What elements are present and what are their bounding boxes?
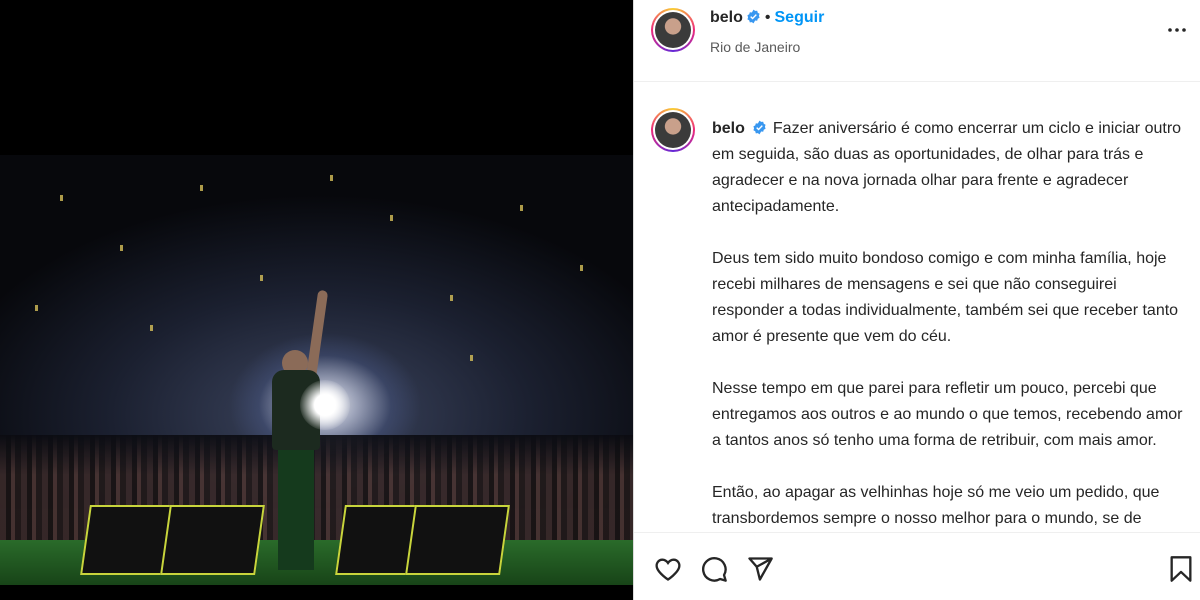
caption-area: belo Fazer aniversário é como encerrar um… [634,100,1200,532]
separator-dot: • [764,9,771,26]
action-bar [634,532,1200,600]
stage-speaker [405,505,510,575]
username[interactable]: belo [710,9,743,26]
comment-icon[interactable] [700,555,728,583]
stage-light [300,380,350,430]
concert-photo [0,155,633,585]
avatar[interactable] [651,8,695,52]
verified-badge-icon [753,120,766,135]
header-user-line: belo • Seguir [710,9,824,27]
caption-paragraph-text: Fazer aniversário é como encerrar um cic… [712,120,1182,215]
bookmark-icon[interactable] [1167,555,1195,583]
post-media[interactable] [0,0,633,600]
verified-badge-icon [747,9,760,24]
post-header: belo • Seguir Rio de Janeiro [634,0,1200,82]
avatar[interactable] [651,108,695,152]
heart-icon[interactable] [654,555,682,583]
share-icon[interactable] [746,555,774,583]
post-side-panel: belo • Seguir Rio de Janeiro belo Fazer ani… [633,0,1200,600]
caption-paragraph: Então, ao apagar as velhinhas hoje só me… [712,484,1160,527]
location-link[interactable]: Rio de Janeiro [710,39,800,55]
caption-paragraph: belo Fazer aniversário é como encerrar um… [712,116,1190,220]
caption-paragraph: Deus tem sido muito bondoso comigo e com… [712,250,1179,345]
caption-username[interactable]: belo [712,120,745,137]
stage-speaker [160,505,265,575]
follow-button[interactable]: Seguir [775,9,825,26]
caption-text: belo Fazer aniversário é como encerrar um… [712,116,1190,532]
caption-paragraph: Nesse tempo em que parei para refletir u… [712,380,1183,449]
more-options-icon[interactable] [1165,18,1189,42]
